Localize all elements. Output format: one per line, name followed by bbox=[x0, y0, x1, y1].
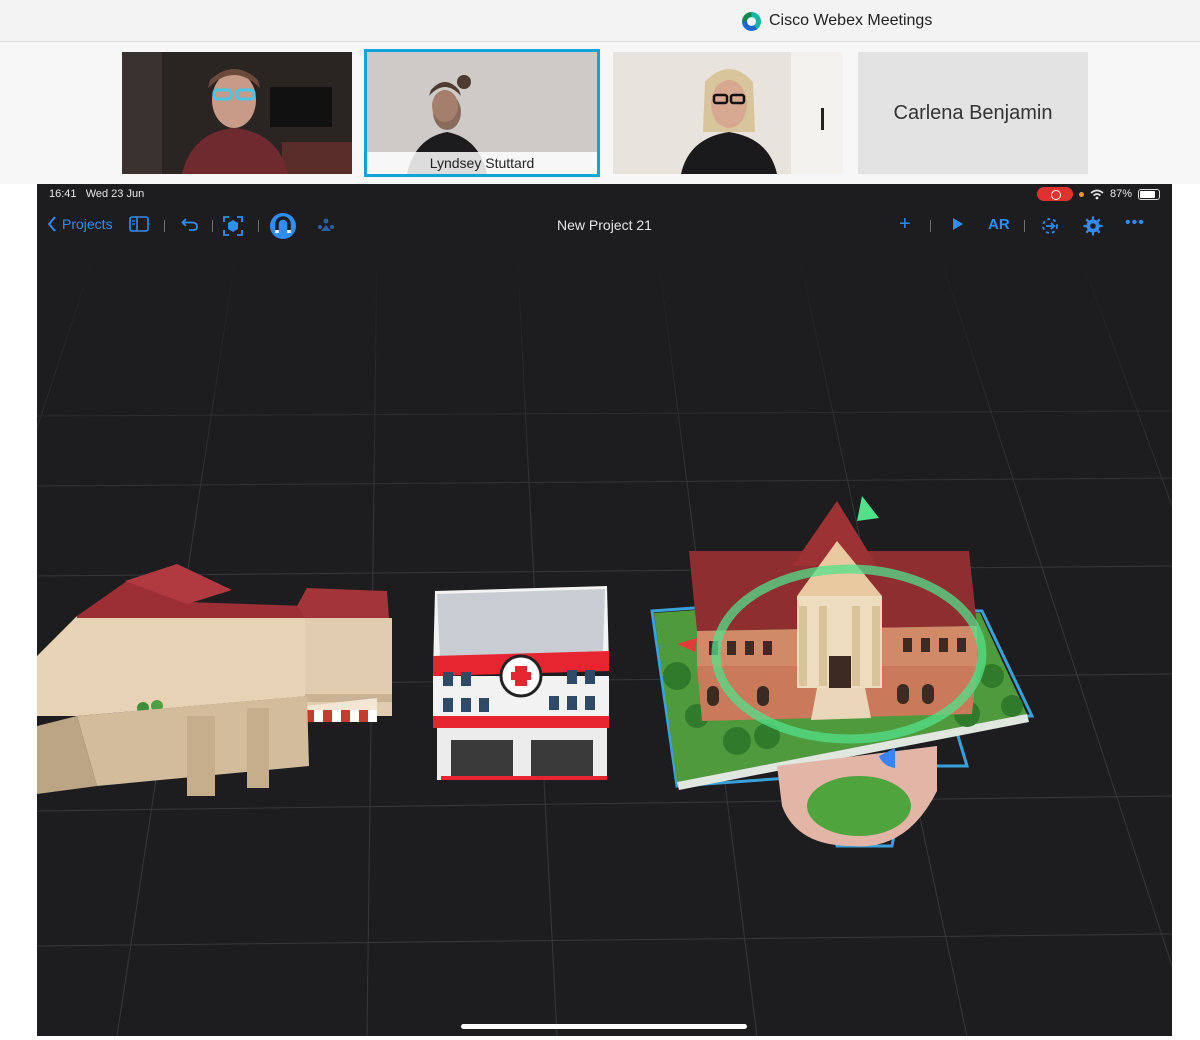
frame-object-button[interactable] bbox=[223, 216, 243, 236]
more-options-button[interactable]: ••• bbox=[1125, 214, 1145, 232]
participant-3-video-frame bbox=[613, 52, 843, 174]
settings-gear-icon bbox=[1083, 216, 1103, 236]
webex-app-title: Cisco Webex Meetings bbox=[742, 10, 932, 32]
wifi-icon bbox=[1090, 189, 1104, 199]
fire-station-model[interactable] bbox=[433, 586, 609, 780]
sidebar-icon bbox=[129, 216, 149, 232]
mic-indicator-icon bbox=[1078, 191, 1084, 197]
toolbar-separator bbox=[212, 220, 213, 232]
market-awning bbox=[305, 710, 377, 722]
play-button[interactable] bbox=[951, 216, 965, 232]
participant-tile-4[interactable]: Carlena Benjamin bbox=[858, 52, 1088, 174]
undo-button[interactable] bbox=[181, 216, 199, 232]
status-right-group: 87% bbox=[1036, 187, 1160, 201]
magnet-icon bbox=[275, 216, 291, 233]
ipad-screen: 16:41 Wed 23 Jun 87% Projects New Projec… bbox=[37, 184, 1172, 1036]
ar-label: AR bbox=[988, 216, 1010, 233]
snap-magnet-button-active[interactable] bbox=[270, 213, 296, 239]
ar-mode-button[interactable]: AR bbox=[988, 216, 1010, 233]
back-label: Projects bbox=[62, 216, 113, 232]
back-to-projects-button[interactable]: Projects bbox=[47, 216, 113, 232]
ipad-status-bar: 16:41 Wed 23 Jun 87% bbox=[37, 184, 1172, 206]
participant-4-name: Carlena Benjamin bbox=[893, 101, 1053, 124]
scene-viewport[interactable] bbox=[37, 245, 1172, 1036]
battery-icon bbox=[1138, 188, 1160, 200]
participant-1-video-frame bbox=[122, 52, 352, 174]
home-indicator[interactable] bbox=[461, 1024, 747, 1029]
screen-recording-icon[interactable] bbox=[1036, 187, 1073, 201]
battery-percent: 87% bbox=[1109, 188, 1132, 200]
status-time: 16:41 bbox=[49, 188, 77, 200]
status-date: Wed 23 Jun bbox=[85, 188, 145, 200]
play-icon bbox=[953, 218, 963, 230]
participant-video-1[interactable] bbox=[122, 52, 352, 174]
toolbar-separator bbox=[164, 220, 165, 232]
anchor-people-icon bbox=[318, 218, 334, 231]
status-time-date: 16:41 Wed 23 Jun bbox=[49, 188, 144, 200]
plus-icon: + bbox=[899, 213, 911, 235]
toolbar-separator bbox=[1024, 220, 1025, 232]
participant-video-2-active[interactable]: Lyndsey Stuttard bbox=[364, 49, 600, 177]
scene-canvas[interactable] bbox=[37, 245, 1172, 1036]
participant-video-3[interactable] bbox=[613, 52, 843, 174]
toolbar-separator bbox=[258, 220, 259, 232]
properties-button[interactable] bbox=[1083, 216, 1103, 236]
app-toolbar: Projects New Project 21 + AR ••• bbox=[37, 206, 1172, 246]
undo-icon bbox=[181, 218, 198, 231]
behaviors-icon bbox=[1042, 218, 1058, 234]
behaviors-button[interactable] bbox=[1040, 216, 1060, 236]
webex-title-bar: Cisco Webex Meetings bbox=[0, 0, 1200, 42]
webex-logo-icon bbox=[742, 11, 761, 31]
project-title[interactable]: New Project 21 bbox=[557, 217, 652, 233]
frame-cube-icon bbox=[223, 216, 243, 236]
sidebar-toggle-button[interactable] bbox=[129, 216, 149, 232]
participant-2-name: Lyndsey Stuttard bbox=[367, 152, 597, 174]
more-icon: ••• bbox=[1125, 214, 1145, 231]
anchor-button[interactable] bbox=[316, 216, 336, 236]
chevron-left-icon bbox=[47, 216, 56, 232]
add-object-button[interactable]: + bbox=[899, 213, 911, 236]
toolbar-separator bbox=[930, 220, 931, 232]
webex-app-name: Cisco Webex Meetings bbox=[769, 12, 933, 29]
participant-strip: Lyndsey Stuttard Carlena Benjamin bbox=[0, 42, 1200, 184]
